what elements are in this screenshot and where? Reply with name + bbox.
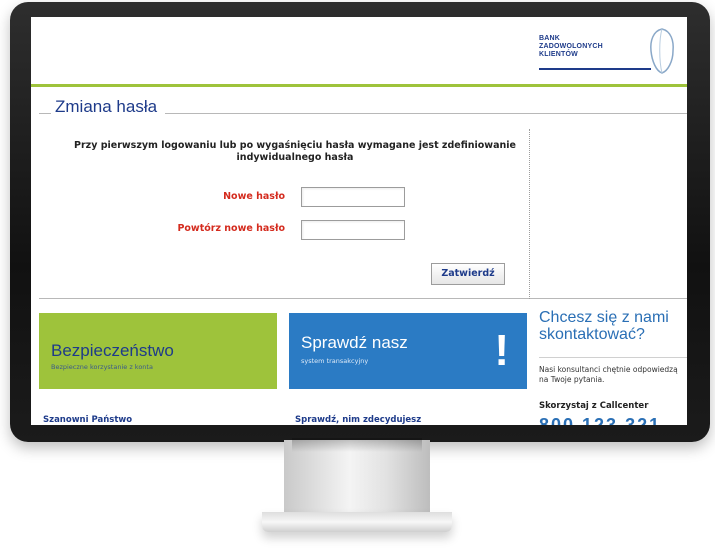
- new-password-label: Nowe hasło: [223, 191, 285, 202]
- password-change-title: Zmiana hasła: [51, 97, 166, 117]
- header-divider: [31, 84, 687, 87]
- logo-line-1: BANK: [539, 35, 561, 42]
- contact-heading[interactable]: Chcesz się z nami skontaktować?: [539, 309, 687, 343]
- security-banner-subtitle: Bezpieczne korzystanie z konta: [51, 363, 153, 371]
- logo-line-3: KLIENTÓW: [539, 51, 578, 58]
- page-header: BANK ZADOWOLONYCH KLIENTÓW: [31, 17, 687, 89]
- check-system-banner[interactable]: Sprawdź nasz system transakcyjny !: [289, 313, 527, 389]
- bottom-mid-heading[interactable]: Sprawdź, nim zdecydujesz: [295, 415, 421, 425]
- browser-screen: BANK ZADOWOLONYCH KLIENTÓW Zmiana hasła …: [31, 17, 687, 425]
- bank-logo-icon: [650, 28, 674, 74]
- monitor-stand-shadow: [292, 438, 422, 452]
- security-banner[interactable]: Bezpieczeństwo Bezpieczne korzystanie z …: [39, 313, 277, 389]
- exclamation-icon: !: [494, 326, 509, 375]
- repeat-password-input[interactable]: [301, 220, 405, 240]
- logo-underline: [539, 68, 651, 70]
- contact-text: Nasi konsultanci chętnie odpowiedzą na T…: [539, 365, 678, 384]
- submit-button[interactable]: Zatwierdź: [431, 263, 505, 285]
- bottom-left-heading[interactable]: Szanowni Państwo: [43, 415, 132, 425]
- logo-line-2: ZADOWOLONYCH: [539, 43, 603, 50]
- callcenter-phone[interactable]: 800 123 321: [539, 415, 661, 425]
- contact-divider: [539, 357, 687, 358]
- panel-divider: [529, 129, 530, 299]
- repeat-password-label: Powtórz nowe hasło: [177, 223, 285, 234]
- monitor-stand-base: [262, 512, 452, 532]
- monitor-frame: BANK ZADOWOLONYCH KLIENTÓW Zmiana hasła …: [10, 2, 710, 442]
- check-system-banner-title: Sprawdź nasz: [301, 333, 408, 352]
- password-info-text: Przy pierwszym logowaniu lub po wygaśnię…: [74, 140, 516, 163]
- new-password-input[interactable]: [301, 187, 405, 207]
- bank-logo[interactable]: BANK ZADOWOLONYCH KLIENTÓW: [539, 35, 629, 59]
- security-banner-title: Bezpieczeństwo: [51, 341, 174, 360]
- check-system-banner-subtitle: system transakcyjny: [301, 357, 369, 365]
- callcenter-label: Skorzystaj z Callcenter: [539, 401, 649, 411]
